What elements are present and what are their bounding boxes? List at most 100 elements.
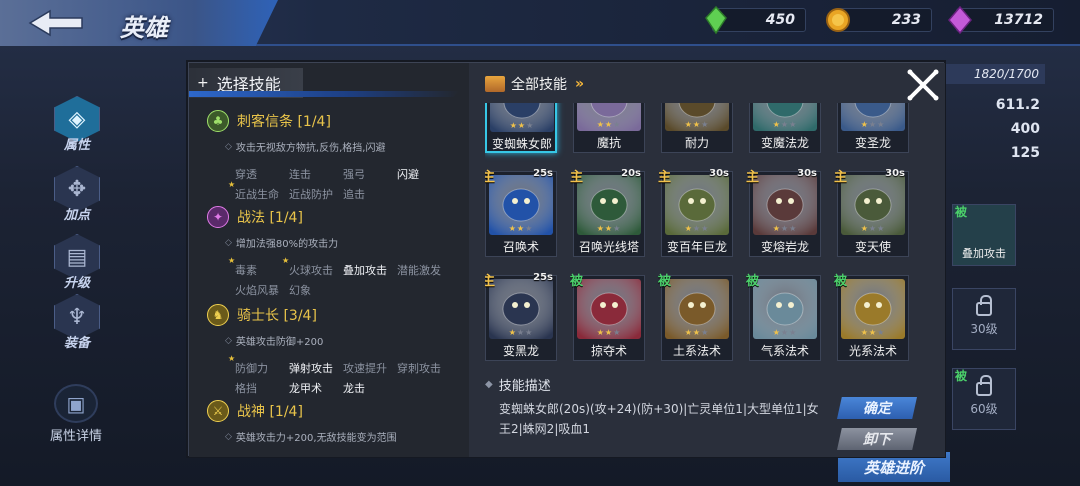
skill-card[interactable]: ★★★ 耐力 <box>661 103 733 153</box>
skill-card-name: 变圣龙 <box>854 136 891 150</box>
branch-skill-option[interactable]: 攻速提升 <box>343 360 397 376</box>
star-icon: ★ <box>517 121 527 130</box>
skill-card[interactable]: ★★★ 变天使主 30s <box>834 168 909 257</box>
skill-card[interactable]: ★★★ 召唤术主 25s <box>485 168 557 257</box>
skill-card[interactable]: ★★★ 变黑龙 主 25s <box>485 272 557 361</box>
branch-skill-option[interactable]: 毒素 <box>228 256 289 278</box>
star-rating: ★★★ <box>750 328 820 337</box>
skill-card-name: 变黑龙 <box>502 344 539 358</box>
branch-skill-option[interactable]: 近战防护 <box>289 186 343 202</box>
star-icon: ★ <box>516 328 526 337</box>
skill-branch: ✦ 战法 [1/4] ◇增加法强80%的攻击力毒素火球攻击叠加攻击潜能激发火焰风暴幻… <box>207 205 469 298</box>
branch-skill-option[interactable]: 连击 <box>289 166 343 182</box>
star-icon: ★ <box>701 120 710 129</box>
skill-card[interactable]: ★★★ 变蜘蛛女郎 <box>485 103 557 153</box>
nav-label: 升级 <box>63 276 90 291</box>
branch-skill-option[interactable]: 叠加攻击 <box>343 262 397 278</box>
star-rating: ★★★ <box>662 120 732 129</box>
skill-card[interactable]: ★★★ 魔抗 <box>573 103 645 153</box>
skill-branch: ♞ 骑士长 [3/4] ◇英雄攻击防御+200 防御力弹射攻击攻速提升穿刺攻击格挡龙甲… <box>207 303 469 396</box>
diamond-icon: ◆ <box>485 379 493 390</box>
branch-skill-option[interactable]: 弹射攻击 <box>289 360 343 376</box>
equipped-skill-slot[interactable]: 被 叠加攻击 <box>952 204 1016 266</box>
slot-skill-label: 叠加攻击 <box>962 247 1006 260</box>
nav-item-attributes[interactable]: ◈ 属性 <box>44 96 110 166</box>
confirm-button[interactable]: 确定 <box>837 397 917 419</box>
skill-card[interactable]: ★★★ 气系法术被 <box>746 274 821 361</box>
branch-description: ◇ 攻击无视敌方物抗,反伤,格挡,闪避 <box>225 139 469 155</box>
skill-card[interactable]: ★★★ 召唤光线塔主 20s <box>570 168 645 257</box>
star-icon: ★ <box>780 224 790 233</box>
skill-card[interactable]: ★★★ 变魔法龙 <box>749 103 821 153</box>
skill-card-name: 土系法术 <box>672 344 721 358</box>
assassin-icon: ♣ <box>207 110 229 132</box>
branch-skill-option[interactable]: 潜能激发 <box>397 262 457 278</box>
star-icon: ★ <box>613 120 622 129</box>
star-rating: ★★★ <box>574 328 644 337</box>
active-tag: 主 <box>485 274 496 289</box>
star-rating: ★★★ <box>750 120 820 129</box>
skill-branch: ⚔ 战神 [1/4] ◇ 英雄攻击力+200,无敌技能变为范围 <box>207 399 469 444</box>
branch-name: 战神 [1/4] <box>237 404 303 420</box>
branch-header[interactable]: ♣ 刺客信条 [1/4] <box>207 109 469 133</box>
passive-tag: 被 <box>955 369 968 383</box>
branch-skill-option[interactable]: 近战生命 <box>228 180 289 202</box>
star-icon: ★ <box>789 328 798 337</box>
star-icon: ★ <box>877 224 886 233</box>
close-button[interactable] <box>905 67 941 103</box>
purple-gem-icon <box>948 6 972 34</box>
branch-header[interactable]: ⚔ 战神 [1/4] <box>207 399 469 423</box>
branch-skill-option[interactable]: 防御力 <box>228 354 289 376</box>
skill-card[interactable]: ★★★ 光系法术被 <box>834 274 909 361</box>
gold-coin-icon <box>826 8 850 32</box>
skill-card-name: 魔抗 <box>596 136 621 150</box>
cooldown-label: 20s <box>621 168 641 179</box>
branch-skill-option[interactable]: 幻象 <box>289 282 343 298</box>
locked-slot-30: 30级 <box>952 288 1016 350</box>
green-crystal-icon <box>705 6 727 34</box>
nav-item-points[interactable]: ✥ 加点 <box>44 166 110 236</box>
attribute-detail-button[interactable]: ▣ 属性详情 <box>40 384 112 444</box>
skill-description-title: 技能描述 <box>498 379 551 394</box>
skill-card[interactable]: ★★★ 土系法术被 <box>658 274 733 361</box>
branch-skill-option[interactable]: 火球攻击 <box>282 256 343 278</box>
nav-item-equipment[interactable]: ♆ 装备 <box>44 294 110 364</box>
skill-card-name: 光系法术 <box>848 344 897 358</box>
cooldown-label: 25s <box>533 272 553 283</box>
star-icon: ★ <box>508 224 517 233</box>
branch-skill-option[interactable]: 格挡 <box>235 380 289 396</box>
skill-card-name: 掠夺术 <box>590 344 627 358</box>
branch-header[interactable]: ♞ 骑士长 [3/4] <box>207 303 469 327</box>
unload-button[interactable]: 卸下 <box>837 428 917 450</box>
resource-gold-coin: 233 <box>826 8 932 32</box>
star-icon: ★ <box>508 328 517 337</box>
branch-header[interactable]: ✦ 战法 [1/4] <box>207 205 469 229</box>
branch-skill-option[interactable]: 火焰风暴 <box>235 282 289 298</box>
star-icon: ★ <box>780 120 790 129</box>
skill-book-icon <box>485 76 505 92</box>
branch-skill-option[interactable]: 追击 <box>343 186 397 202</box>
skill-card-name: 变天使 <box>854 240 891 254</box>
branch-skill-option[interactable]: 闪避 <box>397 166 457 182</box>
skill-card[interactable]: ★★★ 变百年巨龙主 30s <box>658 168 733 257</box>
branch-skill-option[interactable]: 龙甲术 <box>289 380 343 396</box>
skill-card[interactable]: ★★★ 变圣龙 <box>837 103 909 153</box>
branch-skill-option[interactable]: 强弓 <box>343 166 397 182</box>
stat-value: 611.2 <box>995 97 1040 113</box>
skill-description-text: 变蜘蛛女郎(20s)(攻+24)(防+30)|亡灵单位1|大型单位1|女王2|蛛… <box>499 402 819 436</box>
star-icon: ★ <box>692 224 702 233</box>
branch-skill-option[interactable]: 穿透 <box>235 166 289 182</box>
header-underline <box>189 91 459 97</box>
skill-card-name: 变百年巨龙 <box>666 240 727 254</box>
star-rating: ★★★ <box>486 328 556 337</box>
close-icon <box>907 69 939 101</box>
branch-skill-option[interactable]: 龙击 <box>343 380 397 396</box>
skill-card[interactable]: ★★★ 变熔岩龙主 30s <box>746 168 821 257</box>
plus-icon: + <box>197 75 209 91</box>
exp-bar: 1820/1700 <box>945 64 1045 84</box>
skill-card[interactable]: ★★★ 掠夺术被 <box>570 274 645 361</box>
branch-skill-option[interactable]: 穿刺攻击 <box>397 360 457 376</box>
back-button[interactable] <box>28 9 84 37</box>
star-rating: ★★★ <box>662 328 732 337</box>
star-icon: ★ <box>877 328 886 337</box>
